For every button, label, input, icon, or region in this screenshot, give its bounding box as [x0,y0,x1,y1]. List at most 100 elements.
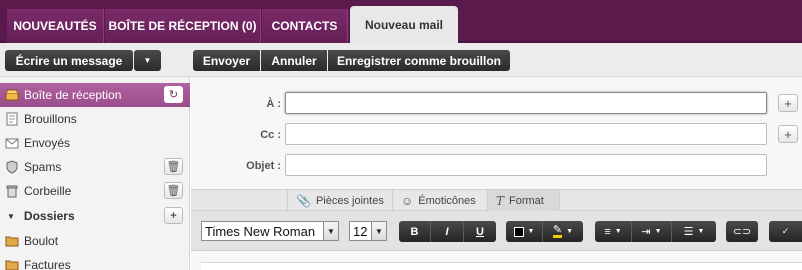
font-family-value: Times New Roman [205,223,316,239]
sidebar-item-label: Boulot [24,234,59,248]
sidebar-item-spam[interactable]: Spams 🗑 [0,155,190,179]
send-label: Envoyer [202,53,251,68]
insert-link-button[interactable]: ⊂⊃ [726,221,758,242]
paperclip-icon: 📎 [296,193,311,208]
shield-icon [5,160,19,174]
background-color-button[interactable]: ▼ [506,221,543,242]
editor-toolbar: Times New Roman ▼ 12 ▼ B I U ▼ ✎ ▼ ≡ ▼ ⇥… [191,211,802,251]
add-folder-button[interactable]: + [164,207,183,224]
cancel-button[interactable]: Annuler [261,50,327,71]
text-style-group: B I U [399,221,496,242]
tab-attachments[interactable]: 📎 Pièces jointes [287,190,392,211]
subject-field[interactable] [285,154,767,176]
sidebar-item-label: Factures [24,258,71,270]
sidebar-item-label: Envoyés [24,136,71,150]
align-left-icon: ≡ [604,225,611,238]
cancel-label: Annuler [271,53,317,68]
font-family-select[interactable]: Times New Roman ▼ [201,221,339,241]
refresh-button[interactable]: ↻ [164,86,183,103]
format-icon: T [496,193,505,208]
save-draft-label: Enregistrer comme brouillon [336,53,502,68]
spellcheck-button[interactable]: ✓ [769,221,802,242]
write-message-dropdown[interactable]: ▼ [134,50,161,71]
write-message-button[interactable]: Écrire un message [5,50,133,71]
italic-button[interactable]: I [431,221,464,242]
tab-label: CONTACTS [271,19,338,33]
paragraph-group: ≡ ▼ ⇥ ▼ ☰ ▼ [595,221,716,242]
empty-spam-button[interactable]: 🗑 [164,158,183,175]
tab-format-label: Format [509,194,544,207]
trash-icon: 🗑 [166,161,181,173]
highlighter-icon: ✎ [552,223,563,238]
tab-label: BOÎTE DE RÉCEPTION (0) [108,19,257,33]
tab-new-mail[interactable]: Nouveau mail [350,6,458,43]
message-body-editor[interactable] [201,262,802,270]
tab-label: Nouveau mail [364,17,444,32]
chevron-down-icon: ▼ [697,228,705,235]
sidebar-item-sent[interactable]: Envoyés [0,131,190,155]
link-group: ⊂⊃ [726,221,758,242]
trash-icon: 🗑 [166,185,181,197]
bold-button[interactable]: B [399,221,431,242]
folders-header[interactable]: ▼ Dossiers + [0,204,190,228]
folder-icon [5,258,19,270]
sent-icon [5,136,19,150]
sidebar: Boîte de réception ↻ Brouillons Envoyés … [0,77,190,270]
sidebar-item-drafts[interactable]: Brouillons [0,107,190,131]
sidebar-item-folder-factures[interactable]: Factures [0,253,190,270]
save-draft-button[interactable]: Enregistrer comme brouillon [328,50,510,71]
chevron-down-icon: ▼ [371,222,386,240]
caret-down-icon: ▼ [7,211,15,221]
bulleted-list-icon: ☰ [683,226,694,238]
align-button[interactable]: ≡ ▼ [595,221,632,242]
write-message-label: Écrire un message [15,53,123,68]
smiley-icon: ☺ [401,193,414,208]
indent-icon: ⇥ [641,226,651,238]
list-button[interactable]: ☰ ▼ [672,221,716,242]
sidebar-item-label: Brouillons [24,112,77,126]
tab-contacts[interactable]: CONTACTS [262,9,348,43]
font-size-value: 12 [353,223,368,239]
compose-options-bar: 📎 Pièces jointes ☺ Émoticônes T Format [191,189,802,211]
sidebar-item-trash[interactable]: Corbeille 🗑 [0,179,190,203]
top-tab-bar: NOUVEAUTÉS BOÎTE DE RÉCEPTION (0) CONTAC… [0,0,802,43]
inbox-icon [5,88,19,102]
tab-nouveautes[interactable]: NOUVEAUTÉS [7,9,104,43]
italic-label: I [445,225,449,238]
chevron-down-icon: ▼ [654,228,662,235]
empty-trash-button[interactable]: 🗑 [164,182,183,199]
tab-label: NOUVEAUTÉS [13,19,97,33]
underline-button[interactable]: U [464,221,496,242]
chevron-down-icon: ▼ [527,228,535,235]
sidebar-item-folder-boulot[interactable]: Boulot [0,229,190,253]
chevron-down-icon: ▼ [323,222,338,240]
folder-icon [5,234,19,248]
cc-field[interactable] [285,123,767,145]
tab-emoticons-label: Émoticônes [418,194,476,207]
to-label: À : [266,98,281,110]
plus-icon: + [784,126,792,142]
spellcheck-group: ✓ [769,221,802,242]
send-button[interactable]: Envoyer [193,50,260,71]
background-color-icon [513,226,524,237]
indent-button[interactable]: ⇥ ▼ [632,221,672,242]
chevron-down-icon: ▼ [143,56,152,65]
bold-label: B [410,225,419,238]
font-size-select[interactable]: 12 ▼ [349,221,387,241]
to-field[interactable] [285,92,767,114]
add-cc-button[interactable]: + [778,125,798,143]
refresh-icon: ↻ [168,89,179,101]
tab-format[interactable]: T Format [487,190,560,211]
text-color-button[interactable]: ✎ ▼ [543,221,583,242]
trash-icon [5,184,19,198]
action-toolbar: Écrire un message ▼ Envoyer Annuler Enre… [0,43,802,77]
color-group: ▼ ✎ ▼ [506,221,583,242]
chevron-down-icon: ▼ [566,228,574,235]
spellcheck-icon: ✓ [781,226,790,236]
tab-inbox[interactable]: BOÎTE DE RÉCEPTION (0) [105,9,261,43]
add-recipient-button[interactable]: + [778,94,798,112]
tab-emoticons[interactable]: ☺ Émoticônes [392,190,487,211]
chevron-down-icon: ▼ [614,228,622,235]
sidebar-item-inbox[interactable]: Boîte de réception ↻ [0,83,190,107]
plus-icon: + [784,95,792,111]
